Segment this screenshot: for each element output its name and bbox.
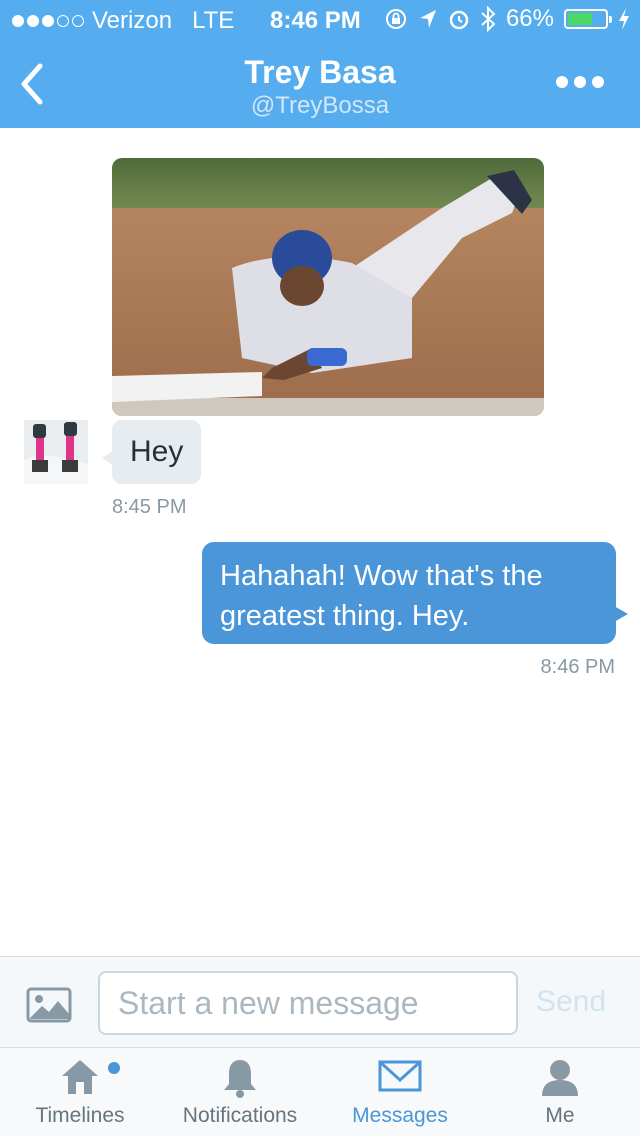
conversation-title: Trey Basa — [244, 54, 396, 90]
timelines-badge-dot — [108, 1062, 120, 1074]
tab-label: Messages — [352, 1104, 448, 1127]
battery-percent: 66% — [505, 5, 554, 32]
person-icon — [542, 1060, 578, 1096]
status-right: 66% — [384, 5, 630, 33]
message-composer: Send — [0, 956, 640, 1048]
more-options-icon[interactable] — [556, 76, 604, 88]
status-bar: Verizon LTE 8:46 PM 66% — [0, 0, 640, 40]
network-type: LTE — [192, 7, 235, 34]
tab-label: Timelines — [35, 1104, 125, 1127]
tab-bar: Timelines Notifications Messages Me — [0, 1048, 640, 1136]
signal-strength-icon — [12, 15, 84, 27]
shared-photo[interactable] — [112, 158, 544, 416]
alarm-clock-icon — [449, 10, 469, 30]
tab-label: Notifications — [182, 1104, 298, 1127]
incoming-message-bubble[interactable]: Hey — [101, 420, 202, 484]
conversation-handle: @TreyBossa — [250, 92, 390, 119]
location-arrow-icon — [419, 10, 436, 28]
tab-messages[interactable]: Messages — [340, 1048, 460, 1136]
sender-avatar[interactable] — [24, 420, 88, 484]
bell-icon — [224, 1060, 256, 1098]
nav-header: Verizon LTE 8:46 PM 66% Trey Basa @TreyB… — [0, 0, 640, 128]
send-button[interactable]: Send — [536, 985, 606, 1019]
outgoing-message-time: 8:46 PM — [540, 656, 615, 678]
tab-notifications[interactable]: Notifications — [170, 1048, 310, 1136]
rotation-lock-icon — [385, 9, 406, 29]
incoming-message-time: 8:45 PM — [112, 496, 187, 518]
status-time: 8:46 PM — [270, 7, 361, 34]
avatar-image — [24, 420, 88, 484]
carrier-name: Verizon — [92, 7, 173, 34]
image-icon[interactable] — [26, 987, 72, 1023]
envelope-icon — [378, 1060, 422, 1092]
home-icon — [62, 1060, 98, 1094]
message-input[interactable] — [98, 971, 518, 1035]
battery-level — [568, 13, 592, 25]
status-left: Verizon LTE — [12, 7, 234, 35]
baseball-slide-image — [112, 158, 544, 416]
bluetooth-icon — [481, 6, 496, 32]
tab-timelines[interactable]: Timelines — [20, 1048, 140, 1136]
tab-me[interactable]: Me — [520, 1048, 600, 1136]
tab-label: Me — [545, 1104, 575, 1127]
outgoing-message-bubble[interactable]: Hahahah! Wow that's the greatest thing. … — [202, 542, 628, 644]
battery-icon — [564, 9, 612, 29]
charging-bolt-icon — [619, 8, 629, 30]
